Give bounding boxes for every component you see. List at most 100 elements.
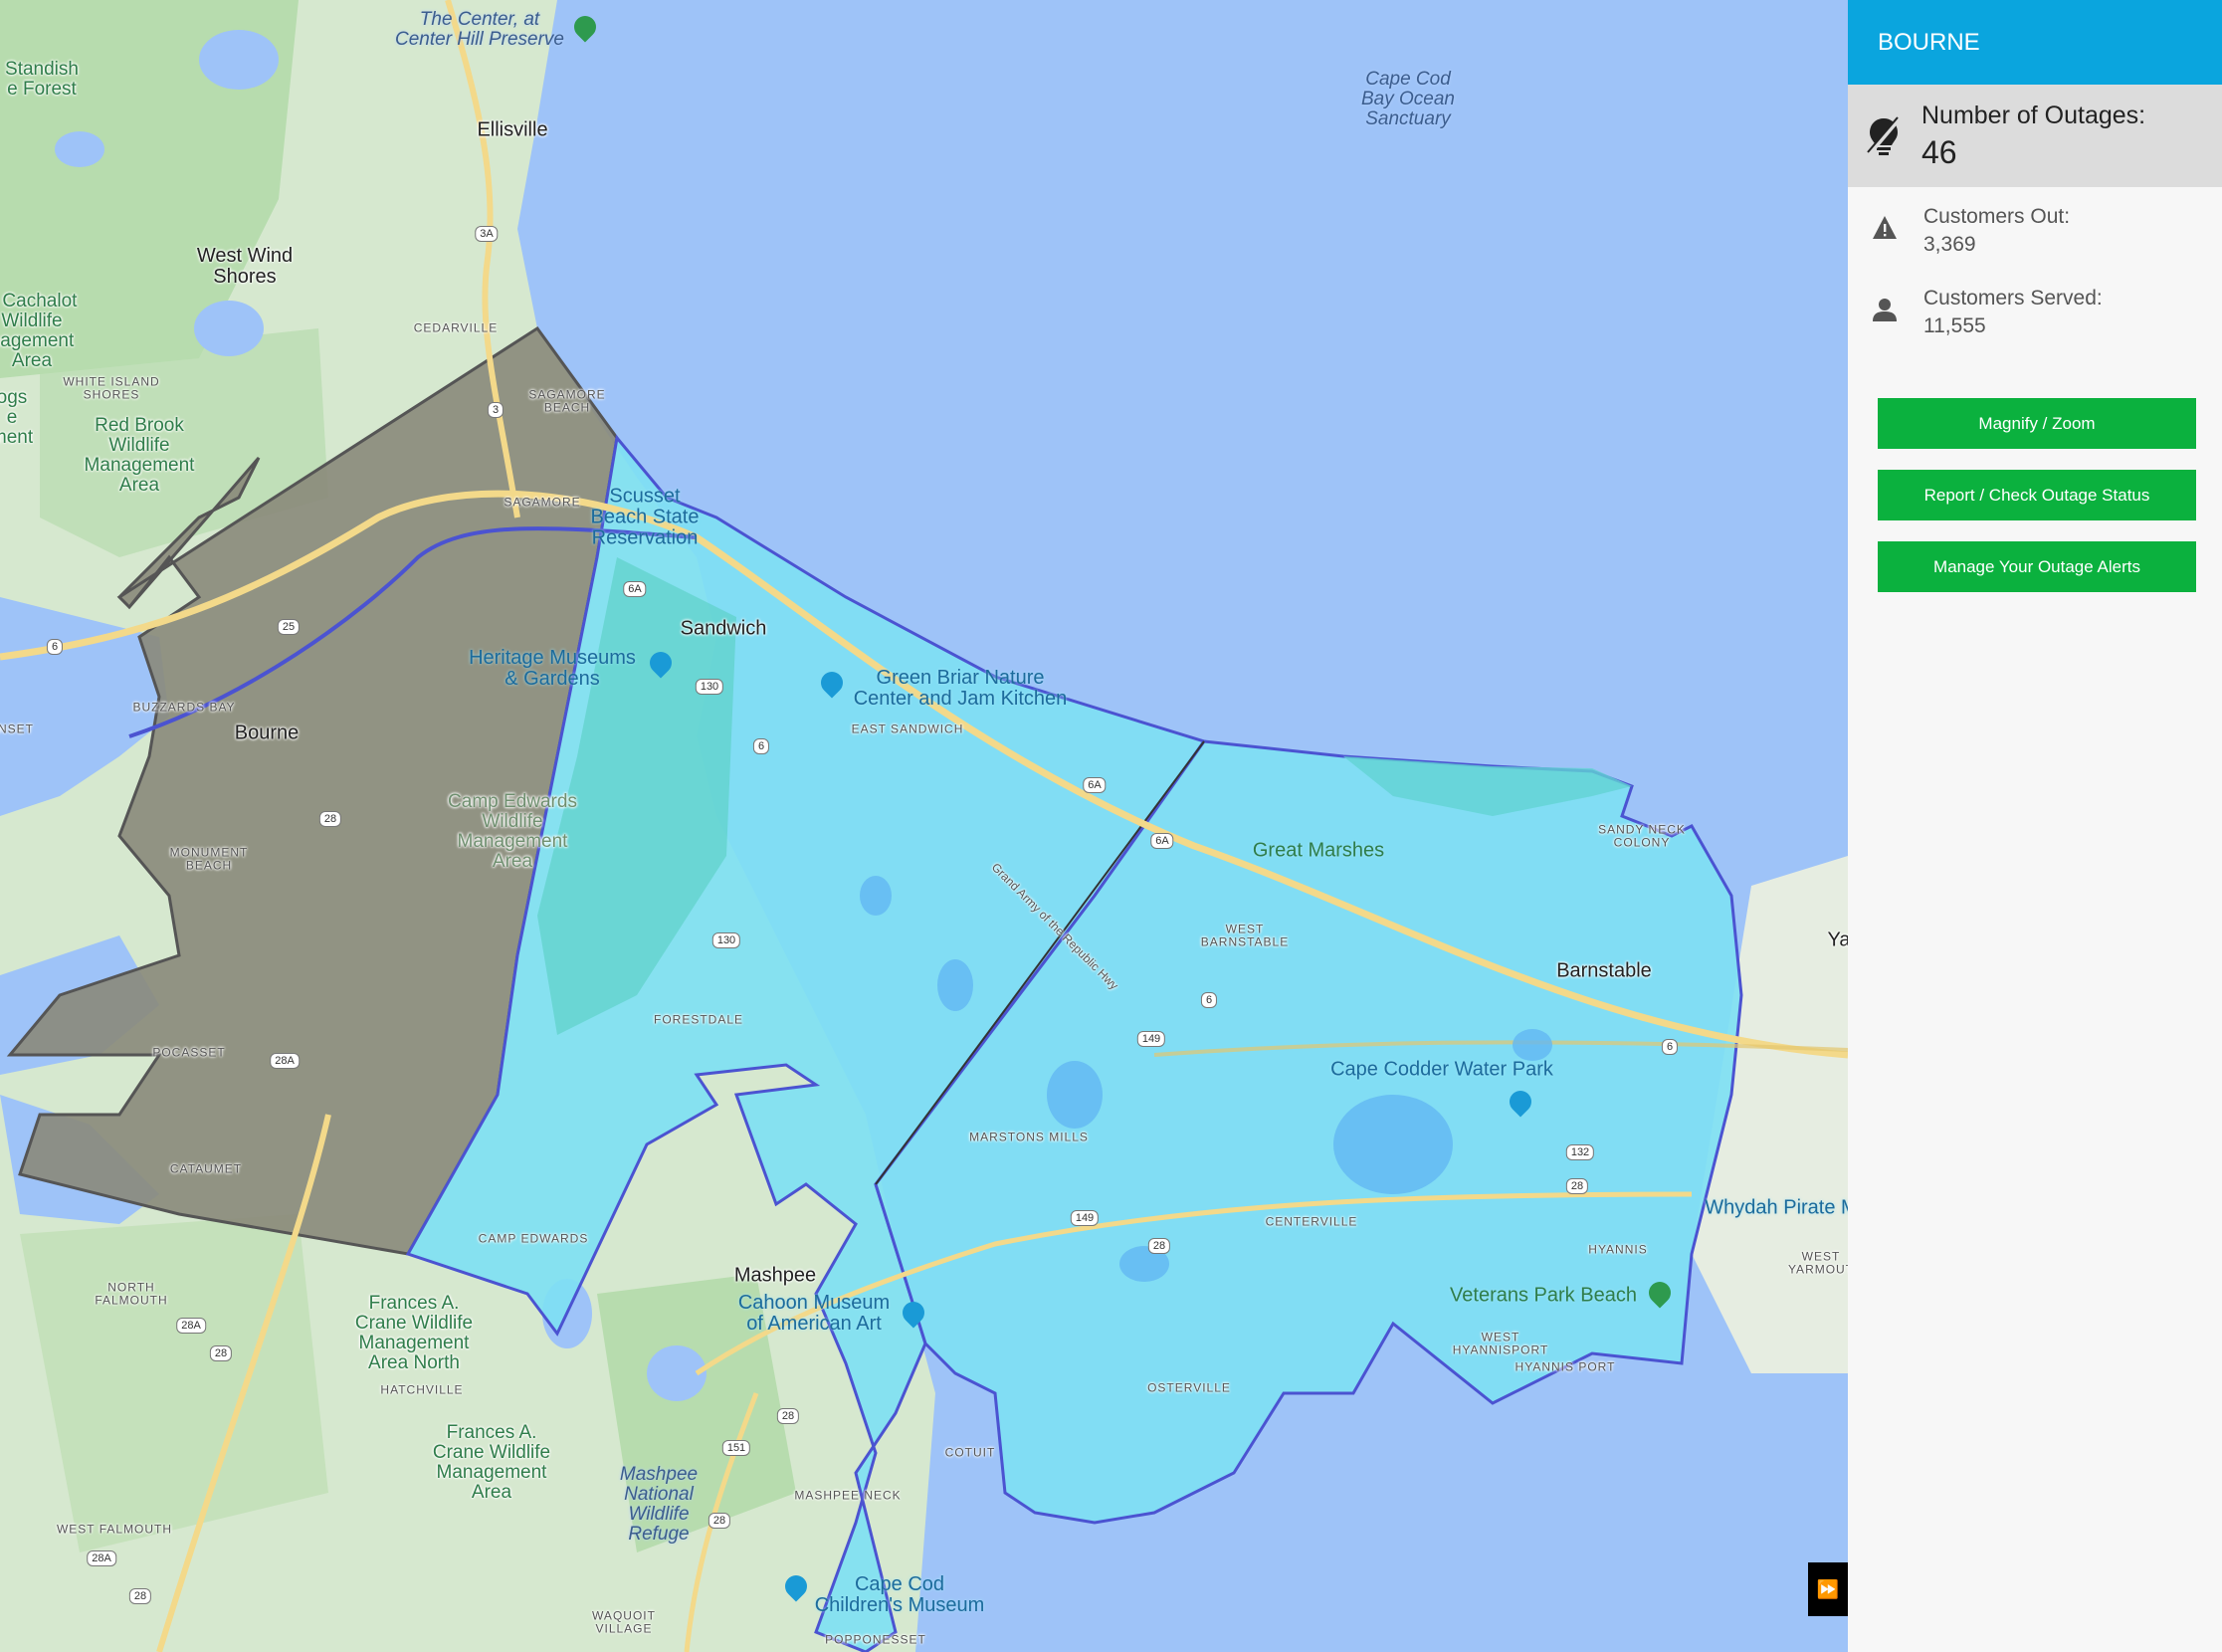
route-shield: 28 <box>1147 1238 1171 1254</box>
customers-out-row: Customers Out: 3,369 <box>1848 205 2222 257</box>
forestdale-label: FORESTDALE <box>653 1012 744 1027</box>
magnify-zoom-button[interactable]: Magnify / Zoom <box>1878 398 2196 449</box>
route-shield: 28 <box>776 1408 800 1424</box>
route-shield: 6 <box>46 639 64 655</box>
crane-label: Frances A. Crane Wildlife Management Area <box>432 1422 551 1503</box>
cape-cod-museum-label: Cape Cod Children's Museum <box>814 1573 985 1616</box>
west-wind-label: West Wind Shores <box>196 245 294 288</box>
west-barnstable-label: WEST BARNSTABLE <box>1200 922 1290 948</box>
customers-served-value: 11,555 <box>1923 314 1986 337</box>
sagamore-beach-label: SAGAMORE BEACH <box>528 387 606 414</box>
cachalot-label: p CachalotWildlifenagementArea <box>0 291 78 371</box>
standish-label: Standish e Forest <box>5 59 79 100</box>
route-shield: 149 <box>1136 1031 1166 1047</box>
mashpee-neck-label: MASHPEE NECK <box>794 1488 902 1503</box>
customers-served-label: Customers Served: <box>1923 287 2103 310</box>
route-shield: 28A <box>176 1318 206 1334</box>
camp-edwards-wma-label: Camp Edwards Wildlife Management Area <box>448 791 577 872</box>
route-shield: 151 <box>721 1440 751 1456</box>
crane-north-label: Frances A. Crane Wildlife Management Area N… <box>354 1293 474 1373</box>
manage-alerts-button[interactable]: Manage Your Outage Alerts <box>1878 541 2196 592</box>
cahoon-label: Cahoon Museum of American Art <box>737 1292 891 1335</box>
outage-map[interactable]: Cape Cod Bay Ocean Sanctuary The Center, a… <box>0 0 1848 1652</box>
hyannis-port-label: HYANNIS PORT <box>1515 1359 1616 1374</box>
west-hyannisport-label: WEST HYANNISPORT <box>1452 1330 1549 1356</box>
customers-out-label: Customers Out: <box>1923 205 2071 228</box>
centerville-label: CENTERVILLE <box>1265 1214 1358 1229</box>
route-shield: 3 <box>487 402 505 418</box>
mashpee-label: Mashpee <box>733 1264 817 1287</box>
center-hill-label: The Center, at Center Hill Preserve <box>395 9 564 50</box>
bulb-off-icon <box>1866 115 1902 157</box>
route-shield: 28 <box>128 1588 152 1604</box>
warning-icon <box>1873 216 1897 239</box>
panel-title: BOURNE <box>1848 0 2222 85</box>
route-shield: 6 <box>752 738 770 754</box>
monument-beach-label: MONUMENT BEACH <box>169 845 249 872</box>
route-shield: 28 <box>707 1513 731 1529</box>
cotuit-label: COTUIT <box>944 1445 996 1460</box>
person-icon <box>1873 299 1897 321</box>
route-shield: 6A <box>623 581 647 597</box>
ya-label: Ya <box>1827 929 1848 951</box>
pocasset-label: POCASSET <box>152 1045 226 1060</box>
route-shield: 28 <box>318 811 342 827</box>
sagamore-label: SAGAMORE <box>504 495 581 510</box>
green-briar-label: Green Briar Nature Center and Jam Kitchen <box>853 667 1068 710</box>
sandy-neck-label: SANDY NECK COLONY <box>1598 822 1686 849</box>
north-falmouth-label: NORTH FALMOUTH <box>95 1280 168 1307</box>
white-island-label: WHITE ISLAND SHORES <box>63 374 160 401</box>
route-shield: 6 <box>1661 1039 1679 1055</box>
route-shield: 28A <box>270 1053 300 1069</box>
outage-panel: BOURNE Number of Outages: 46 Customers O… <box>1848 0 2222 1652</box>
veterans-label: Veterans Park Beach <box>1450 1284 1637 1307</box>
expand-panel-button[interactable]: ⏩ <box>1808 1562 1848 1616</box>
route-shield: 132 <box>1565 1144 1595 1160</box>
hatchville-label: HATCHVILLE <box>380 1382 464 1397</box>
mashpee-refuge-label: Mashpee National Wildlife Refuge <box>619 1464 699 1545</box>
hyannis-label: HYANNIS <box>1588 1242 1648 1257</box>
nset-label: NSET <box>0 722 35 736</box>
buzzards-bay-label: BUZZARDS BAY <box>132 700 236 715</box>
ellisville-label: Ellisville <box>477 118 548 141</box>
route-shield: 28 <box>1565 1178 1589 1194</box>
cataumet-label: CATAUMET <box>169 1161 243 1176</box>
barnstable-label: Barnstable <box>1556 959 1652 982</box>
heritage-label: Heritage Museums & Gardens <box>469 647 636 690</box>
bourne-label: Bourne <box>234 722 300 744</box>
popponesset-label: POPPONESSET <box>825 1632 926 1647</box>
ogs-label: ogsement <box>0 387 34 448</box>
cape-codder-label: Cape Codder Water Park <box>1330 1058 1553 1081</box>
bay-sanctuary-label: Cape Cod Bay Ocean Sanctuary <box>1361 69 1455 129</box>
fast-forward-icon: ⏩ <box>1816 1578 1840 1599</box>
waquoit-label: WAQUOIT VILLAGE <box>592 1608 656 1635</box>
cedarville-label: CEDARVILLE <box>413 320 499 335</box>
route-shield: 149 <box>1070 1210 1100 1226</box>
west-yarmouth-label: WEST YARMOUT <box>1787 1249 1848 1276</box>
route-shield: 130 <box>695 679 724 695</box>
route-shield: 28 <box>209 1345 233 1361</box>
report-outage-button[interactable]: Report / Check Outage Status <box>1878 470 2196 520</box>
route-shield: 3A <box>475 226 499 242</box>
route-shield: 130 <box>711 932 741 948</box>
west-falmouth-label: WEST FALMOUTH <box>56 1522 173 1537</box>
customers-served-row: Customers Served: 11,555 <box>1848 287 2222 338</box>
route-shield: 28A <box>87 1550 116 1566</box>
camp-edwards-label: CAMP EDWARDS <box>478 1231 589 1246</box>
scusset-label: Scusset Beach State Reservation <box>590 485 700 549</box>
outages-label: Number of Outages: <box>1921 101 2146 129</box>
sandwich-label: Sandwich <box>680 617 767 640</box>
route-shield: 25 <box>277 619 301 635</box>
great-marshes-label: Great Marshes <box>1252 839 1385 862</box>
east-sandwich-label: EAST SANDWICH <box>851 722 964 736</box>
marstons-mills-label: MARSTONS MILLS <box>969 1130 1089 1144</box>
osterville-label: OSTERVILLE <box>1147 1380 1231 1395</box>
red-brook-label: Red Brook Wildlife Management Area <box>84 415 195 496</box>
whydah-label: Whydah Pirate M <box>1705 1196 1848 1219</box>
route-shield: 6A <box>1083 777 1107 793</box>
customers-out-value: 3,369 <box>1923 233 1976 256</box>
outage-count-row: Number of Outages: 46 <box>1848 85 2222 187</box>
route-shield: 6 <box>1200 992 1218 1008</box>
route-shield: 6A <box>1150 833 1174 849</box>
outages-value: 46 <box>1921 133 1957 170</box>
